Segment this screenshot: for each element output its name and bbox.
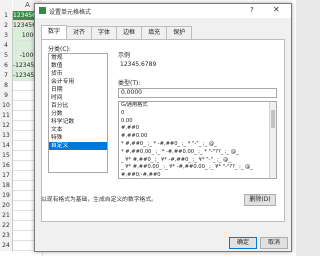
format-code-item[interactable]: 0.00 (119, 118, 276, 126)
type-input[interactable]: 0.0000 (118, 88, 277, 98)
row-header[interactable]: 15 (0, 151, 13, 161)
category-item[interactable]: 常规 (49, 54, 107, 62)
format-code-item[interactable]: * #,##0_ ;_ * -#,##0_ ;_ * "-"_ ;_ @_ (119, 141, 276, 149)
row-header[interactable]: 10 (0, 101, 13, 111)
row-header[interactable]: 2 (0, 21, 13, 31)
category-item[interactable]: 自定义 (49, 142, 107, 150)
row-header[interactable]: 24 (0, 241, 13, 251)
format-cells-dialog: 设置单元格格式 ? ✕ 数字 对齐 字体 边框 填充 保护 分类(C): 常规数… (34, 3, 292, 252)
sample-value: 12345.6789 (120, 61, 157, 68)
cancel-button[interactable]: 取消 (260, 237, 288, 249)
dialog-titlebar[interactable]: 设置单元格格式 ? ✕ (35, 4, 291, 18)
help-icon[interactable]: ? (250, 6, 254, 14)
format-code-item[interactable]: 0 (119, 110, 276, 118)
format-code-item[interactable]: * #,##0.00_ ;_ * -#,##0.00_ ;_ * "-"??_ … (119, 149, 276, 157)
close-icon[interactable]: ✕ (273, 5, 280, 14)
category-label: 分类(C): (48, 46, 71, 53)
sample-label: 示例 (118, 52, 131, 59)
format-description: 以现有格式为基础，生成自定义的数字格式。 (41, 197, 157, 203)
format-list-scrollbar[interactable] (269, 102, 276, 178)
format-code-item[interactable]: #,##0.00 (119, 133, 276, 141)
category-item[interactable]: 分数 (49, 110, 107, 118)
row-header[interactable]: 7 (0, 71, 13, 81)
type-label: 类型(T): (118, 80, 141, 87)
tab-number[interactable]: 数字 (41, 25, 68, 40)
row-header[interactable]: 9 (0, 91, 13, 101)
row-header[interactable]: 8 (0, 81, 13, 91)
ok-button[interactable]: 确定 (229, 237, 257, 249)
format-code-list[interactable]: G/通用格式 0 0.00 #,##0 #,##0.00 * #,##0_ ;_ * -#… (118, 101, 277, 179)
tab-alignment[interactable]: 对齐 (66, 26, 93, 39)
category-item[interactable]: 科学记数 (49, 118, 107, 126)
category-item[interactable]: 文本 (49, 126, 107, 134)
row-header[interactable]: 5 (0, 51, 13, 61)
category-item[interactable]: 数值 (49, 62, 107, 70)
excel-app-icon (39, 7, 46, 14)
row-header[interactable]: 20 (0, 201, 13, 211)
row-header[interactable]: 16 (0, 161, 13, 171)
format-code-item[interactable]: #,##0 (119, 125, 276, 133)
tab-font[interactable]: 字体 (91, 26, 118, 39)
format-code-item[interactable]: _ ¥* #,##0_ ;_ ¥* -#,##0_ ;_ ¥* "-"_ ;_ … (119, 157, 276, 165)
row-header[interactable]: 13 (0, 131, 13, 141)
delete-button[interactable]: 删除(D) (244, 194, 276, 206)
row-header[interactable]: 21 (0, 211, 13, 221)
row-header[interactable]: 12 (0, 121, 13, 131)
row-header[interactable]: 17 (0, 171, 13, 181)
category-item[interactable]: 特殊 (49, 134, 107, 142)
category-item[interactable]: 日期 (49, 86, 107, 94)
format-code-item[interactable]: #,##0;-#,##0 (119, 172, 276, 178)
tab-protection[interactable]: 保护 (166, 26, 193, 39)
row-header[interactable]: 22 (0, 221, 13, 231)
row-header[interactable]: 19 (0, 191, 13, 201)
row-header[interactable]: 23 (0, 231, 13, 241)
dialog-tabs: 数字 对齐 字体 边框 填充 保护 (41, 25, 193, 40)
format-code-item[interactable]: _ ¥* #,##0.00_ ;_ ¥* -#,##0.00_ ;_ ¥* "-… (119, 164, 276, 172)
row-header[interactable]: 1 (0, 11, 13, 21)
category-list[interactable]: 常规 数值 货币 会计专用 日期 时间 百分比 分数 科学记数 文本 特殊 自定义 (48, 53, 108, 173)
category-item[interactable]: 货币 (49, 70, 107, 78)
row-header[interactable]: 14 (0, 141, 13, 151)
tab-border[interactable]: 边框 (116, 26, 143, 39)
row-header[interactable]: 4 (0, 41, 13, 51)
format-code-item[interactable]: G/通用格式 (119, 102, 276, 110)
row-header[interactable]: 6 (0, 61, 13, 71)
tab-fill[interactable]: 填充 (141, 26, 168, 39)
category-item[interactable]: 时间 (49, 94, 107, 102)
dialog-title: 设置单元格格式 (49, 9, 92, 16)
category-item[interactable]: 会计专用 (49, 78, 107, 86)
row-header[interactable]: 3 (0, 31, 13, 41)
scrollbar-thumb[interactable] (271, 110, 275, 128)
row-header[interactable]: 11 (0, 111, 13, 121)
row-header[interactable]: 18 (0, 181, 13, 191)
category-item[interactable]: 百分比 (49, 102, 107, 110)
